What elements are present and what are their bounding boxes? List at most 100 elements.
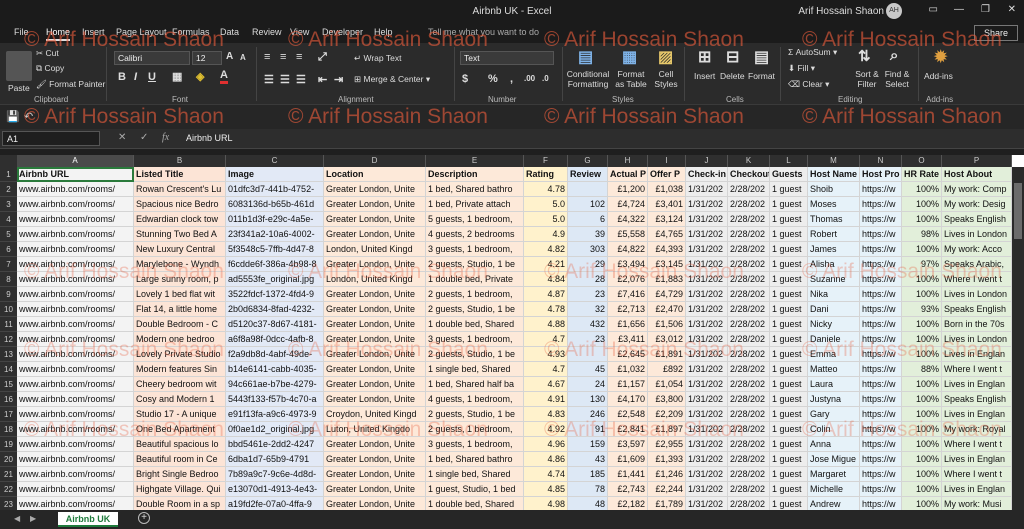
column-header-m[interactable]: M bbox=[808, 155, 860, 167]
table-cell[interactable]: Greater London, Unite bbox=[324, 302, 426, 317]
table-cell[interactable]: £7,416 bbox=[608, 287, 648, 302]
table-cell[interactable]: 6083136d-b65b-461d bbox=[226, 197, 324, 212]
align-center-icon[interactable]: ☰ bbox=[280, 73, 290, 86]
insert-cells-button[interactable]: Insert bbox=[694, 71, 715, 81]
table-cell[interactable]: www.airbnb.com/rooms/ bbox=[17, 317, 134, 332]
table-cell[interactable]: 45 bbox=[568, 362, 608, 377]
table-cell[interactable]: Matteo bbox=[808, 362, 860, 377]
table-cell[interactable]: 5.0 bbox=[524, 212, 568, 227]
table-cell[interactable]: 78 bbox=[568, 482, 608, 497]
column-header-c[interactable]: C bbox=[226, 155, 324, 167]
row-header[interactable]: 18 bbox=[0, 422, 17, 437]
table-cell[interactable]: 100% bbox=[902, 452, 942, 467]
avatar[interactable]: AH bbox=[886, 3, 902, 19]
table-cell[interactable]: 4.86 bbox=[524, 452, 568, 467]
table-cell[interactable]: Edwardian clock tow bbox=[134, 212, 226, 227]
table-cell[interactable]: 2/28/202 bbox=[728, 212, 770, 227]
table-cell[interactable]: www.airbnb.com/rooms/ bbox=[17, 182, 134, 197]
row-header[interactable]: 15 bbox=[0, 377, 17, 392]
underline-icon[interactable]: U bbox=[148, 71, 156, 83]
sheet-tab-airbnb-uk[interactable]: Airbnb UK bbox=[58, 512, 118, 527]
header-cell[interactable]: Review bbox=[568, 167, 608, 182]
table-cell[interactable]: Dani bbox=[808, 302, 860, 317]
grow-font-icon[interactable]: A bbox=[226, 51, 233, 62]
table-cell[interactable]: 2/28/202 bbox=[728, 362, 770, 377]
table-cell[interactable]: James bbox=[808, 242, 860, 257]
table-cell[interactable]: £3,401 bbox=[648, 197, 686, 212]
table-cell[interactable]: www.airbnb.com/rooms/ bbox=[17, 482, 134, 497]
header-cell[interactable]: Check-in bbox=[686, 167, 728, 182]
table-cell[interactable]: 1 guest bbox=[770, 302, 808, 317]
table-cell[interactable]: 5443f133-f57b-4c70-a bbox=[226, 392, 324, 407]
table-cell[interactable]: £1,506 bbox=[648, 317, 686, 332]
table-cell[interactable]: 24 bbox=[568, 377, 608, 392]
header-cell[interactable]: Guests bbox=[770, 167, 808, 182]
table-cell[interactable]: 1/31/202 bbox=[686, 287, 728, 302]
table-cell[interactable]: 100% bbox=[902, 467, 942, 482]
orientation-icon[interactable]: ⤢ bbox=[318, 51, 327, 64]
table-cell[interactable]: 3522fdcf-1372-4fd4-9 bbox=[226, 287, 324, 302]
clear-button[interactable]: ⌫ Clear ▾ bbox=[788, 79, 829, 90]
number-format-select[interactable]: Text bbox=[460, 51, 554, 65]
table-cell[interactable]: Double Bedroom - C bbox=[134, 317, 226, 332]
table-cell[interactable]: 1/31/202 bbox=[686, 317, 728, 332]
table-cell[interactable]: Lives in Englan bbox=[942, 482, 1012, 497]
table-cell[interactable]: Spacious nice Bedro bbox=[134, 197, 226, 212]
row-header[interactable]: 2 bbox=[0, 182, 17, 197]
table-cell[interactable]: 100% bbox=[902, 242, 942, 257]
table-cell[interactable]: www.airbnb.com/rooms/ bbox=[17, 197, 134, 212]
table-cell[interactable]: 102 bbox=[568, 197, 608, 212]
table-cell[interactable]: £1,789 bbox=[648, 497, 686, 510]
row-header[interactable]: 8 bbox=[0, 272, 17, 287]
insert-function-icon[interactable]: fx bbox=[162, 132, 169, 143]
table-cell[interactable]: 1 guest bbox=[770, 377, 808, 392]
table-cell[interactable]: £4,765 bbox=[648, 227, 686, 242]
table-cell[interactable]: Nicky bbox=[808, 317, 860, 332]
row-header[interactable]: 1 bbox=[0, 167, 17, 182]
table-cell[interactable]: 2 guests, Studio, 1 be bbox=[426, 302, 524, 317]
table-cell[interactable]: Rowan Crescent's Lu bbox=[134, 182, 226, 197]
table-cell[interactable]: 6dba1d7-65b9-4791 bbox=[226, 452, 324, 467]
row-header[interactable]: 10 bbox=[0, 302, 17, 317]
table-cell[interactable]: 1/31/202 bbox=[686, 392, 728, 407]
table-cell[interactable]: £1,054 bbox=[648, 377, 686, 392]
table-cell[interactable]: https://w bbox=[860, 197, 902, 212]
row-header[interactable]: 17 bbox=[0, 407, 17, 422]
table-cell[interactable]: Lives in Englan bbox=[942, 452, 1012, 467]
table-cell[interactable]: 1 guest bbox=[770, 452, 808, 467]
table-cell[interactable]: 2/28/202 bbox=[728, 182, 770, 197]
table-cell[interactable]: 1/31/202 bbox=[686, 482, 728, 497]
table-cell[interactable]: www.airbnb.com/rooms/ bbox=[17, 362, 134, 377]
table-cell[interactable]: 1/31/202 bbox=[686, 467, 728, 482]
table-cell[interactable]: £3,124 bbox=[648, 212, 686, 227]
row-header[interactable]: 12 bbox=[0, 332, 17, 347]
table-cell[interactable]: Speaks English bbox=[942, 392, 1012, 407]
row-header[interactable]: 6 bbox=[0, 242, 17, 257]
table-cell[interactable]: 4.78 bbox=[524, 302, 568, 317]
increase-decimal-icon[interactable]: .00 bbox=[524, 74, 535, 83]
shrink-font-icon[interactable]: A bbox=[240, 53, 246, 62]
table-cell[interactable]: https://w bbox=[860, 467, 902, 482]
row-header[interactable]: 19 bbox=[0, 437, 17, 452]
table-cell[interactable]: £2,743 bbox=[608, 482, 648, 497]
minimize-icon[interactable]: — bbox=[954, 4, 964, 15]
name-box[interactable]: A1 bbox=[2, 131, 100, 146]
table-cell[interactable]: 4.88 bbox=[524, 317, 568, 332]
close-icon[interactable]: ✕ bbox=[1008, 4, 1016, 15]
table-cell[interactable]: Born in the 70s bbox=[942, 317, 1012, 332]
table-cell[interactable]: Michelle bbox=[808, 482, 860, 497]
table-cell[interactable]: £1,656 bbox=[608, 317, 648, 332]
paste-icon[interactable] bbox=[6, 51, 32, 81]
table-cell[interactable]: Justyna bbox=[808, 392, 860, 407]
row-header[interactable]: 14 bbox=[0, 362, 17, 377]
table-cell[interactable]: 1/31/202 bbox=[686, 497, 728, 510]
header-cell[interactable]: HR Rate bbox=[902, 167, 942, 182]
table-cell[interactable]: 1 guest, Studio, 1 bed bbox=[426, 482, 524, 497]
table-cell[interactable]: London, United Kingd bbox=[324, 242, 426, 257]
row-header[interactable]: 23 bbox=[0, 497, 17, 510]
column-header-h[interactable]: H bbox=[608, 155, 648, 167]
header-cell[interactable]: Listed Title bbox=[134, 167, 226, 182]
next-sheet-icon[interactable]: ▶ bbox=[30, 514, 36, 523]
table-cell[interactable]: 88% bbox=[902, 362, 942, 377]
align-right-icon[interactable]: ☰ bbox=[296, 73, 306, 86]
